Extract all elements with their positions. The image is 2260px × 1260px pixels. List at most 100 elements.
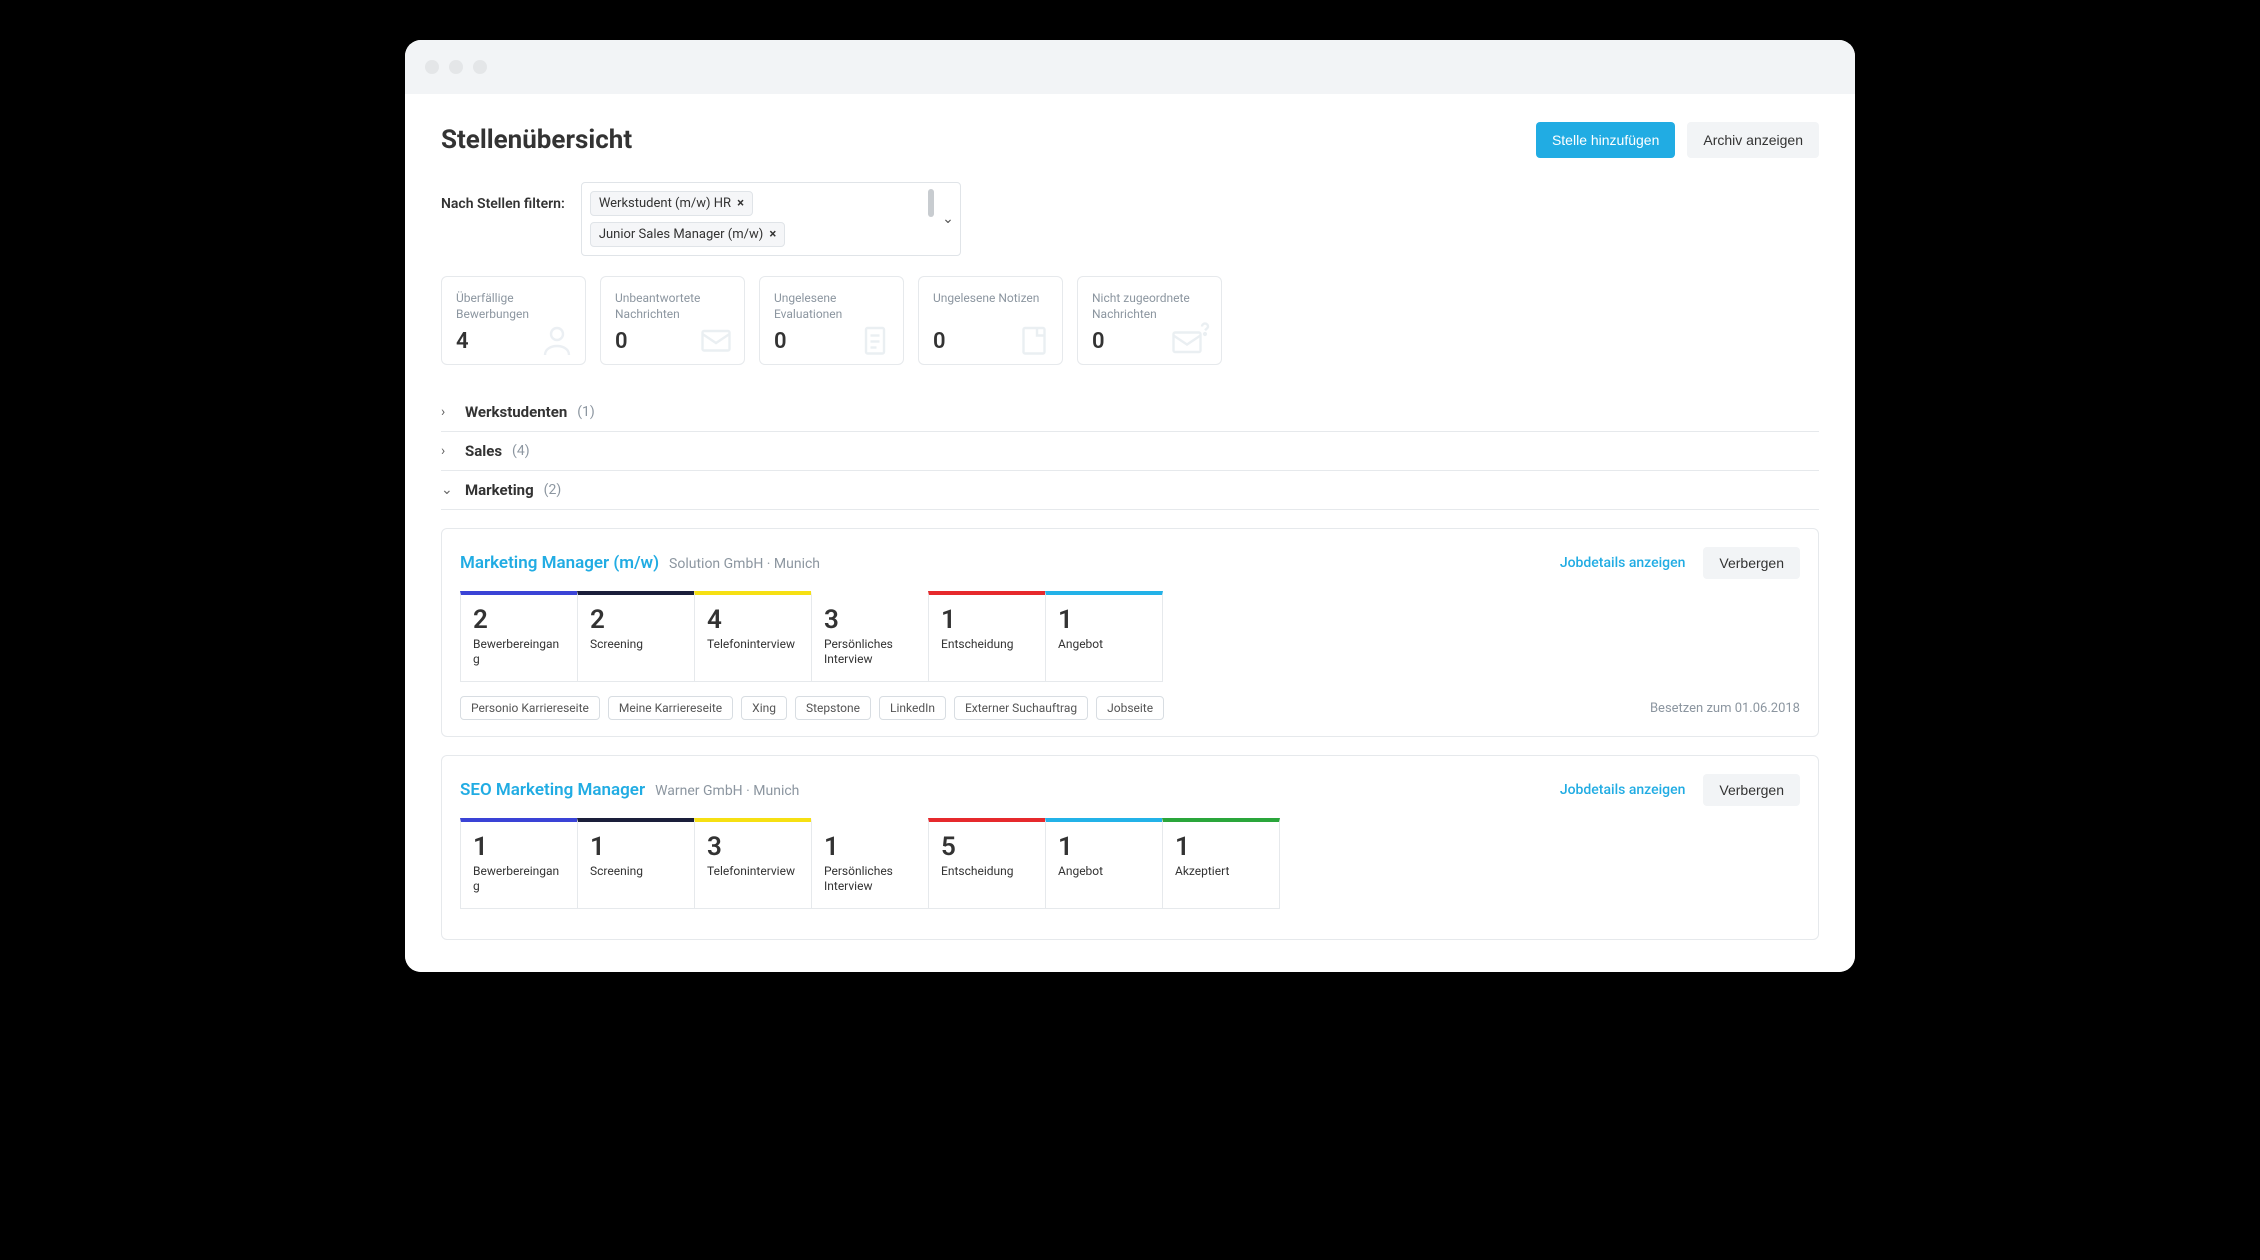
stage-label: Bewerbereingang xyxy=(473,864,565,894)
stage-count: 1 xyxy=(473,832,565,862)
stage-label: Screening xyxy=(590,864,682,879)
category-count: (1) xyxy=(577,404,595,420)
source-tag[interactable]: Stepstone xyxy=(795,696,871,720)
pipeline-stage[interactable]: 2 Screening xyxy=(577,591,695,682)
app-content: Stellenübersicht Stelle hinzufügen Archi… xyxy=(405,94,1855,972)
stage-label: Persönliches Interview xyxy=(824,864,916,894)
envelope-q-icon xyxy=(1169,322,1211,358)
stat-card-label: Ungelesene Evaluationen xyxy=(774,291,889,323)
stat-card[interactable]: Überfällige Bewerbungen 4 xyxy=(441,276,586,365)
source-tag[interactable]: Externer Suchauftrag xyxy=(954,696,1088,720)
chevron-down-icon[interactable]: ⌄ xyxy=(942,211,954,227)
pipeline-stage[interactable]: 1 Persönliches Interview xyxy=(811,818,929,909)
job-card: Marketing Manager (m/w) Solution GmbH · … xyxy=(441,528,1819,737)
filter-chip[interactable]: Junior Sales Manager (m/w)× xyxy=(590,222,785,247)
jobs-list: Marketing Manager (m/w) Solution GmbH · … xyxy=(441,528,1819,940)
envelope-icon xyxy=(698,322,734,358)
categories: › Werkstudenten (1)› Sales (4)⌄ Marketin… xyxy=(441,393,1819,510)
user-icon xyxy=(539,322,575,358)
filter-chip[interactable]: Werkstudent (m/w) HR× xyxy=(590,191,753,216)
stage-count: 2 xyxy=(590,605,682,635)
source-tag[interactable]: LinkedIn xyxy=(879,696,946,720)
pipeline-stage[interactable]: 4 Telefoninterview xyxy=(694,591,812,682)
filter-multiselect[interactable]: Werkstudent (m/w) HR× Junior Sales Manage… xyxy=(581,182,961,256)
job-title-block: Marketing Manager (m/w) Solution GmbH · … xyxy=(460,553,820,573)
pipeline-stage[interactable]: 1 Bewerbereingang xyxy=(460,818,578,909)
stage-count: 3 xyxy=(707,832,799,862)
category-row[interactable]: › Sales (4) xyxy=(441,432,1819,471)
pipeline-stage[interactable]: 1 Angebot xyxy=(1045,818,1163,909)
stage-count: 2 xyxy=(473,605,565,635)
pipeline-stage[interactable]: 1 Angebot xyxy=(1045,591,1163,682)
source-tag[interactable]: Personio Karriereseite xyxy=(460,696,600,720)
filter-row: Nach Stellen filtern: Werkstudent (m/w) … xyxy=(441,182,1819,256)
stage-count: 1 xyxy=(1175,832,1267,862)
header-actions: Stelle hinzufügen Archiv anzeigen xyxy=(1536,122,1819,158)
category-row[interactable]: › Werkstudenten (1) xyxy=(441,393,1819,432)
stage-count: 1 xyxy=(590,832,682,862)
hide-job-button[interactable]: Verbergen xyxy=(1703,774,1800,806)
remove-chip-icon[interactable]: × xyxy=(769,227,776,242)
stat-card[interactable]: Ungelesene Notizen 0 xyxy=(918,276,1063,365)
job-details-link[interactable]: Jobdetails anzeigen xyxy=(1560,555,1686,571)
category-count: (4) xyxy=(512,443,530,459)
stat-card[interactable]: Nicht zugeordnete Nachrichten 0 xyxy=(1077,276,1222,365)
pipeline-stage[interactable]: 1 Akzeptiert xyxy=(1162,818,1280,909)
pipeline-stage[interactable]: 1 Screening xyxy=(577,818,695,909)
pipeline-stages: 2 Bewerbereingang 2 Screening 4 Telefoni… xyxy=(460,591,1800,682)
job-title-block: SEO Marketing Manager Warner GmbH · Muni… xyxy=(460,780,799,800)
job-actions: Jobdetails anzeigen Verbergen xyxy=(1560,547,1800,579)
stage-count: 1 xyxy=(1058,605,1150,635)
source-tag[interactable]: Xing xyxy=(741,696,787,720)
show-archive-button[interactable]: Archiv anzeigen xyxy=(1687,122,1819,158)
note-icon xyxy=(1016,322,1052,358)
stat-card-label: Nicht zugeordnete Nachrichten xyxy=(1092,291,1207,323)
stage-label: Telefoninterview xyxy=(707,864,799,879)
stage-label: Angebot xyxy=(1058,864,1150,879)
category-row[interactable]: ⌄ Marketing (2) xyxy=(441,471,1819,510)
stage-label: Persönliches Interview xyxy=(824,637,916,667)
source-tag[interactable]: Meine Karriereseite xyxy=(608,696,733,720)
job-card: SEO Marketing Manager Warner GmbH · Muni… xyxy=(441,755,1819,940)
pipeline-stage[interactable]: 3 Persönliches Interview xyxy=(811,591,929,682)
job-title-link[interactable]: SEO Marketing Manager xyxy=(460,780,645,800)
category-name: Werkstudenten xyxy=(465,403,567,421)
stage-count: 3 xyxy=(824,605,916,635)
stat-card[interactable]: Ungelesene Evaluationen 0 xyxy=(759,276,904,365)
stage-label: Bewerbereingang xyxy=(473,637,565,667)
stat-card[interactable]: Unbeantwortete Nachrichten 0 xyxy=(600,276,745,365)
browser-titlebar xyxy=(405,40,1855,94)
stage-count: 1 xyxy=(1058,832,1150,862)
filter-scrollbar[interactable] xyxy=(928,189,934,217)
stat-card-label: Überfällige Bewerbungen xyxy=(456,291,571,323)
pipeline-stage[interactable]: 2 Bewerbereingang xyxy=(460,591,578,682)
browser-frame: Stellenübersicht Stelle hinzufügen Archi… xyxy=(405,40,1855,972)
clipboard-icon xyxy=(857,322,893,358)
job-card-header: Marketing Manager (m/w) Solution GmbH · … xyxy=(460,547,1800,579)
stage-label: Akzeptiert xyxy=(1175,864,1267,879)
stage-label: Telefoninterview xyxy=(707,637,799,652)
pipeline-stage[interactable]: 3 Telefoninterview xyxy=(694,818,812,909)
chevron-right-icon: › xyxy=(441,404,455,420)
job-title-link[interactable]: Marketing Manager (m/w) xyxy=(460,553,659,573)
stage-label: Entscheidung xyxy=(941,864,1033,879)
page-header: Stellenübersicht Stelle hinzufügen Archi… xyxy=(441,122,1819,158)
traffic-light-minimize[interactable] xyxy=(449,60,463,74)
category-count: (2) xyxy=(544,482,562,498)
remove-chip-icon[interactable]: × xyxy=(737,196,744,211)
job-subtitle: Solution GmbH · Munich xyxy=(669,556,820,572)
traffic-light-maximize[interactable] xyxy=(473,60,487,74)
source-tag[interactable]: Jobseite xyxy=(1096,696,1164,720)
add-position-button[interactable]: Stelle hinzufügen xyxy=(1536,122,1675,158)
stage-count: 5 xyxy=(941,832,1033,862)
job-details-link[interactable]: Jobdetails anzeigen xyxy=(1560,782,1686,798)
filter-label: Nach Stellen filtern: xyxy=(441,182,565,212)
pipeline-stage[interactable]: 1 Entscheidung xyxy=(928,591,1046,682)
pipeline-stage[interactable]: 5 Entscheidung xyxy=(928,818,1046,909)
stage-count: 4 xyxy=(707,605,799,635)
job-subtitle: Warner GmbH · Munich xyxy=(655,783,799,799)
traffic-light-close[interactable] xyxy=(425,60,439,74)
hide-job-button[interactable]: Verbergen xyxy=(1703,547,1800,579)
source-tags: Personio Karriereseite Meine Karriereseit… xyxy=(460,696,1164,720)
stage-count: 1 xyxy=(824,832,916,862)
